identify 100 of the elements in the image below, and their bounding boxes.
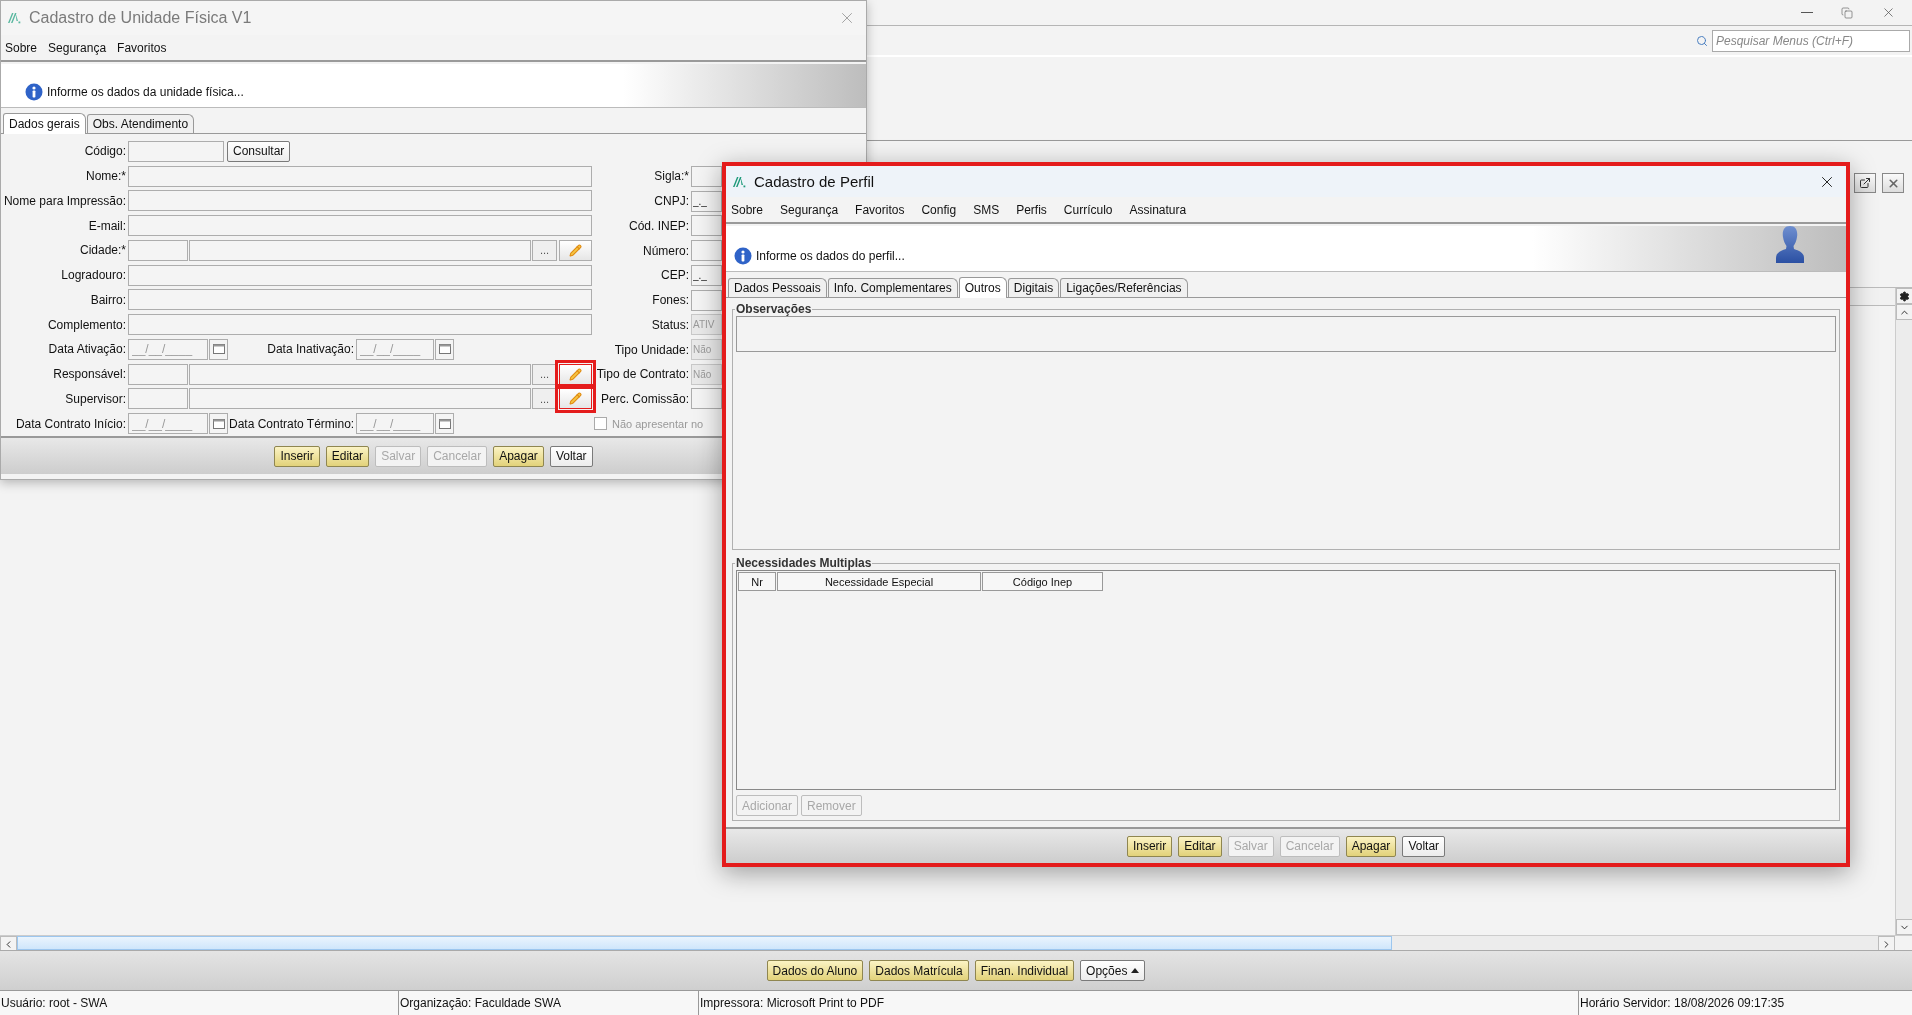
tab[interactable]: Info. Complementares	[827, 278, 958, 297]
date-field[interactable]: __/__/____	[128, 413, 208, 435]
menu-item[interactable]: Segurança	[46, 40, 116, 55]
window-title: Cadastro de Perfil	[754, 173, 876, 190]
field-label: Sigla:*	[653, 169, 690, 184]
field-label: Tipo Unidade:	[613, 342, 690, 357]
input-field[interactable]	[691, 165, 722, 187]
menu-item[interactable]: Favoritos	[115, 40, 176, 55]
info-icon	[734, 247, 752, 265]
column-header[interactable]: Necessidade Especial	[777, 572, 981, 591]
form-button[interactable]: Inserir	[1126, 835, 1173, 857]
input-field[interactable]	[128, 190, 592, 212]
menu-item[interactable]: Favoritos	[852, 202, 919, 217]
code-field[interactable]	[128, 239, 188, 261]
input-field[interactable]	[691, 388, 722, 410]
form-button[interactable]: Apagar	[1345, 835, 1397, 857]
input-field[interactable]	[128, 289, 592, 311]
calendar-button[interactable]	[209, 413, 228, 435]
group-title: Observações	[735, 302, 813, 316]
input-field[interactable]: _._	[691, 264, 722, 286]
status-text: Organização: Faculdade SWA	[398, 991, 698, 1015]
tab[interactable]: Digitais	[1007, 278, 1060, 297]
field-label: Complemento:	[46, 317, 127, 332]
menu-item[interactable]: Assinatura	[1126, 202, 1201, 217]
input-field[interactable]	[691, 215, 722, 237]
action-button[interactable]: Dados do Aluno	[766, 960, 864, 981]
tab[interactable]: Outros	[958, 277, 1007, 298]
user-icon	[1774, 225, 1806, 265]
browse-button[interactable]: ...	[532, 363, 557, 385]
field-label: Tipo de Contrato:	[595, 367, 690, 382]
field-label: Nome para Impressão:	[2, 193, 127, 208]
action-button[interactable]: Finan. Individual	[974, 960, 1075, 981]
input-field[interactable]	[189, 388, 531, 410]
field-label: Nome:*	[85, 169, 127, 184]
tab[interactable]: Ligações/Referências	[1060, 278, 1188, 297]
info-text: Informe os dados do perfil...	[756, 249, 905, 263]
window-title: Cadastro de Unidade Física V1	[29, 9, 253, 27]
input-field[interactable]	[128, 165, 592, 187]
calendar-button[interactable]	[209, 338, 228, 360]
info-text: Informe os dados da unidade física...	[47, 85, 244, 99]
popout-button[interactable]	[1854, 173, 1876, 193]
form-button[interactable]: Voltar	[549, 445, 593, 467]
minimize-icon	[1801, 12, 1813, 13]
field-label: Bairro:	[89, 292, 127, 307]
field-label: CEP:	[660, 268, 690, 283]
search-button[interactable]: Consultar	[227, 140, 291, 162]
menu-item[interactable]: Currículo	[1060, 202, 1127, 217]
search-field[interactable]: Pesquisar Menus (Ctrl+F)	[1712, 29, 1910, 52]
menu-item[interactable]: Sobre	[728, 202, 778, 217]
input-field[interactable]	[189, 239, 531, 261]
field-label: Data Contrato Término:	[229, 416, 355, 431]
settings-icon	[1899, 290, 1910, 302]
input-field[interactable]	[128, 140, 224, 162]
action-button[interactable]: Opções	[1080, 960, 1146, 981]
input-field[interactable]	[128, 215, 592, 237]
scroll-thumb[interactable]	[17, 936, 1392, 950]
date-field[interactable]: __/__/____	[356, 413, 434, 435]
pencil-icon	[569, 243, 582, 257]
browse-button[interactable]: ...	[532, 239, 557, 261]
tab[interactable]: Dados gerais	[3, 113, 86, 134]
menu-item[interactable]: Segurança	[777, 202, 853, 217]
notes-field[interactable]	[736, 316, 1836, 352]
field-label: Cidade:*	[78, 243, 127, 258]
input-field[interactable]	[691, 240, 722, 262]
form-button[interactable]: Apagar	[493, 445, 544, 467]
field-label: E-mail:	[87, 218, 127, 233]
edit-button[interactable]	[559, 239, 592, 261]
tab[interactable]: Dados Pessoais	[728, 278, 827, 297]
code-field[interactable]	[128, 388, 188, 410]
input-field[interactable]: _._	[691, 190, 722, 212]
date-field[interactable]: __/__/____	[356, 338, 434, 360]
calendar-button[interactable]	[435, 413, 454, 435]
action-button[interactable]: Dados Matrícula	[869, 960, 969, 981]
menu-item[interactable]: Config	[918, 202, 971, 217]
settings-button[interactable]	[1896, 288, 1912, 304]
browse-button[interactable]: ...	[532, 388, 557, 410]
form-button[interactable]: Editar	[1178, 835, 1222, 857]
input-field[interactable]	[189, 363, 531, 385]
restore-button[interactable]	[1841, 6, 1853, 19]
app-logo-icon	[732, 175, 746, 188]
scroll-down-button[interactable]	[1896, 919, 1912, 935]
form-button[interactable]: Inserir	[274, 445, 320, 467]
menu-item[interactable]: Perfis	[1013, 202, 1061, 217]
input-field[interactable]	[128, 264, 592, 286]
field-label: Número:	[642, 243, 690, 258]
menu-item[interactable]: SMS	[970, 202, 1014, 217]
popout-icon	[1859, 177, 1871, 189]
tab[interactable]: Obs. Atendimento	[86, 114, 195, 133]
input-field[interactable]	[691, 289, 722, 311]
calendar-button[interactable]	[435, 338, 454, 360]
menu-item[interactable]: Sobre	[3, 40, 47, 55]
form-button[interactable]: Voltar	[1402, 835, 1446, 857]
column-header[interactable]: Código Inep	[982, 572, 1103, 591]
code-field[interactable]	[128, 363, 188, 385]
form-button[interactable]: Editar	[325, 445, 370, 467]
date-field[interactable]: __/__/____	[128, 338, 208, 360]
calendar-icon	[212, 418, 225, 429]
status-text: Usuário: root - SWA	[0, 995, 109, 1012]
column-header[interactable]: Nr	[738, 572, 776, 591]
input-field[interactable]	[128, 314, 592, 336]
